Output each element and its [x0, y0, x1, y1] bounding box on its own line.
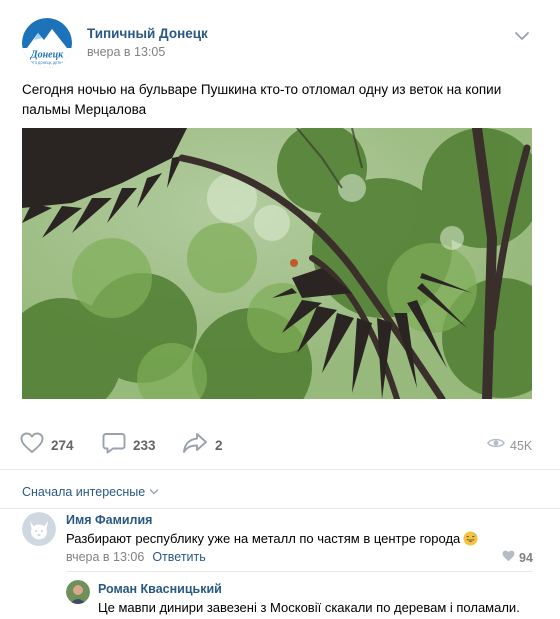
- reply-divider: [66, 571, 532, 572]
- comment-icon: [102, 432, 126, 459]
- reply-link[interactable]: Ответить: [152, 550, 205, 564]
- comment-author-link[interactable]: Имя Фамилия: [66, 513, 152, 527]
- comment-text-content: Разбирают республику уже на металл по ча…: [66, 531, 461, 546]
- like-count: 274: [51, 437, 74, 453]
- avatar-label: Донецк: [30, 50, 64, 61]
- post-timestamp[interactable]: вчера в 13:05: [87, 45, 165, 59]
- comment-count: 233: [133, 437, 156, 453]
- comment-like-count: 94: [519, 550, 533, 565]
- avatar-sublabel: ЭТО ДОНЕЦК, ДЕТКА: [31, 61, 65, 65]
- post-text: Сегодня ночью на бульваре Пушкина кто-то…: [22, 82, 502, 117]
- eye-icon: [487, 436, 505, 455]
- views-counter: 45K: [487, 436, 532, 455]
- chevron-down-icon[interactable]: [513, 27, 531, 45]
- reply-avatar[interactable]: [66, 580, 90, 604]
- share-icon: [182, 432, 208, 459]
- share-count: 2: [215, 437, 223, 453]
- views-count: 45K: [510, 438, 533, 453]
- reply-author-link[interactable]: Роман Квасницький: [98, 582, 222, 596]
- share-button[interactable]: 2: [182, 432, 223, 459]
- heart-icon: [20, 432, 44, 459]
- comment-like-button[interactable]: 94: [502, 550, 533, 565]
- grinning-sweat-emoji-icon: [463, 531, 478, 546]
- post-photo[interactable]: [22, 128, 532, 399]
- comment-meta: вчера в 13:06 Ответить: [66, 550, 206, 564]
- group-name-link[interactable]: Типичный Донецк: [87, 26, 208, 41]
- comments-divider: [0, 508, 560, 509]
- comment-timestamp[interactable]: вчера в 13:06: [66, 550, 144, 564]
- like-button[interactable]: 274: [20, 432, 74, 459]
- actions-divider: [0, 469, 560, 470]
- reply-text: Це мавпи динири завезені з Московії скак…: [98, 600, 520, 615]
- comment-button[interactable]: 233: [102, 432, 156, 459]
- chevron-down-icon: [145, 485, 159, 499]
- post-card: Донецк ЭТО ДОНЕЦК, ДЕТКА Типичный Донецк…: [0, 0, 560, 619]
- group-avatar[interactable]: Донецк ЭТО ДОНЕЦК, ДЕТКА: [22, 18, 72, 68]
- heart-icon: [502, 550, 515, 565]
- comments-sort-dropdown[interactable]: Сначала интересные: [22, 485, 159, 499]
- sort-label: Сначала интересные: [22, 485, 146, 499]
- comment-avatar[interactable]: [22, 512, 56, 546]
- comment-text: Разбирают республику уже на металл по ча…: [66, 531, 478, 546]
